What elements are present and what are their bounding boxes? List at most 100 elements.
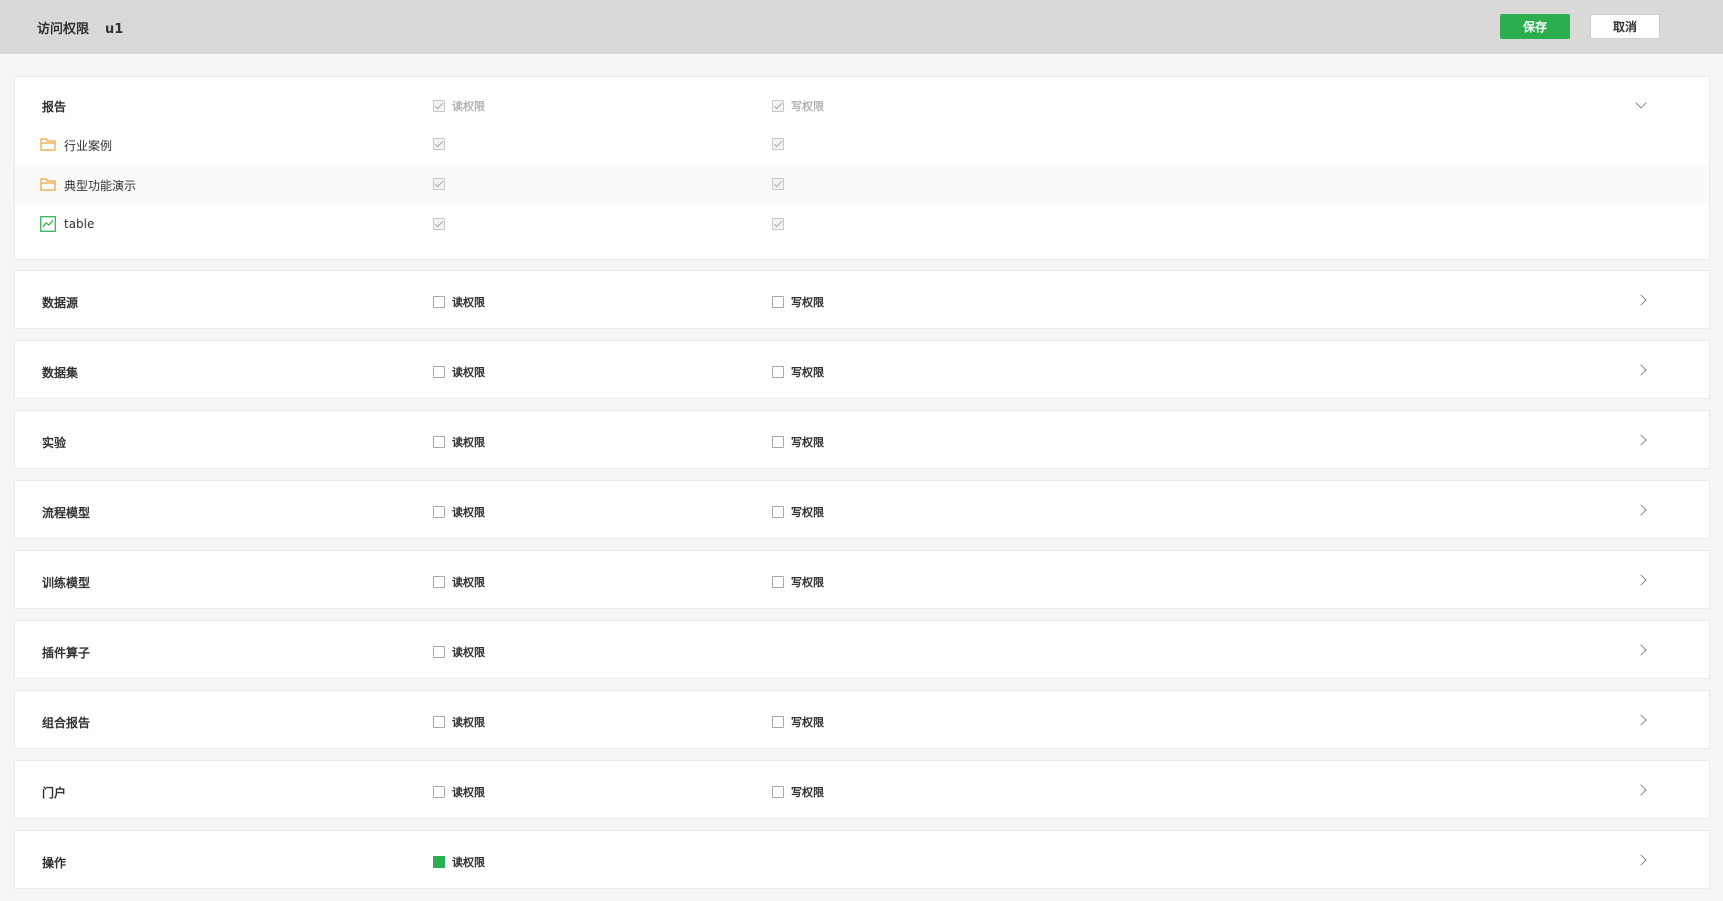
report-header-row[interactable]: 报告 读权限 写权限 (15, 77, 1709, 117)
chevron-right-icon[interactable] (1635, 644, 1647, 656)
checkbox[interactable] (772, 218, 784, 230)
read-checkbox[interactable]: 读权限 (433, 714, 485, 730)
checkbox[interactable] (433, 296, 445, 308)
item-write-checkbox[interactable] (772, 218, 784, 230)
list-item[interactable]: 行业案例 (15, 125, 1709, 164)
checkbox[interactable] (772, 716, 784, 728)
read-checkbox[interactable]: 读权限 (433, 784, 485, 800)
page-title: 访问权限 u1 (37, 18, 123, 37)
chevron-right-icon[interactable] (1635, 784, 1647, 796)
user-name: u1 (105, 22, 124, 37)
chevron-right-icon[interactable] (1635, 504, 1647, 516)
folder-icon (40, 138, 56, 151)
read-checkbox[interactable]: 读权限 (433, 854, 485, 870)
checkbox[interactable] (433, 218, 445, 230)
item-write-checkbox[interactable] (772, 138, 784, 150)
chevron-down-icon[interactable] (1635, 97, 1647, 109)
checkbox[interactable] (433, 100, 445, 112)
write-checkbox[interactable]: 写权限 (772, 364, 824, 380)
checkbox[interactable] (772, 506, 784, 518)
write-label: 写权限 (791, 436, 824, 449)
read-label: 读权限 (452, 856, 485, 869)
checkbox[interactable] (772, 100, 784, 112)
read-label: 读权限 (452, 100, 485, 113)
category-panel-experiment[interactable]: 实验 读权限 写权限 (14, 410, 1710, 469)
read-label: 读权限 (452, 716, 485, 729)
save-button[interactable]: 保存 (1500, 14, 1570, 39)
write-checkbox[interactable]: 写权限 (772, 434, 824, 450)
write-checkbox[interactable]: 写权限 (772, 294, 824, 310)
write-checkbox[interactable]: 写权限 (772, 504, 824, 520)
read-checkbox[interactable]: 读权限 (433, 504, 485, 520)
item-read-checkbox[interactable] (433, 178, 445, 190)
write-checkbox[interactable]: 写权限 (772, 784, 824, 800)
read-label: 读权限 (452, 646, 485, 659)
cancel-button[interactable]: 取消 (1590, 14, 1660, 39)
category-name: 组合报告 (42, 716, 91, 730)
write-label: 写权限 (791, 296, 824, 309)
write-checkbox[interactable]: 写权限 (772, 714, 824, 730)
write-label: 写权限 (791, 366, 824, 379)
chevron-right-icon[interactable] (1635, 294, 1647, 306)
category-panel-operation[interactable]: 操作 读权限 (14, 830, 1710, 889)
category-name: 实验 (42, 436, 67, 450)
read-checkbox[interactable]: 读权限 (433, 574, 485, 590)
category-name: 数据集 (42, 366, 79, 380)
checkbox[interactable] (433, 646, 445, 658)
category-panel-plugin-operator[interactable]: 插件算子 读权限 (14, 620, 1710, 679)
category-panel-portal[interactable]: 门户 读权限 写权限 (14, 760, 1710, 819)
checkbox[interactable] (433, 366, 445, 378)
item-read-checkbox[interactable] (433, 218, 445, 230)
category-panel-composite-report[interactable]: 组合报告 读权限 写权限 (14, 690, 1710, 749)
category-name: 训练模型 (42, 576, 91, 590)
read-checkbox[interactable]: 读权限 (433, 644, 485, 660)
page-title-text: 访问权限 (37, 22, 90, 37)
category-name: 数据源 (42, 296, 79, 310)
write-label: 写权限 (791, 716, 824, 729)
category-panel-flow-model[interactable]: 流程模型 读权限 写权限 (14, 480, 1710, 539)
chevron-right-icon[interactable] (1635, 854, 1647, 866)
read-label: 读权限 (452, 296, 485, 309)
checkbox[interactable] (433, 506, 445, 518)
report-write-checkbox[interactable]: 写权限 (772, 98, 824, 114)
chevron-right-icon[interactable] (1635, 574, 1647, 586)
read-label: 读权限 (452, 576, 485, 589)
checkbox[interactable] (772, 786, 784, 798)
checkbox[interactable] (433, 436, 445, 448)
list-item[interactable]: table (15, 205, 1709, 244)
write-label: 写权限 (791, 786, 824, 799)
report-panel: 报告 读权限 写权限 行业案例 典型功能演示 table (14, 76, 1710, 260)
read-checkbox[interactable]: 读权限 (433, 294, 485, 310)
report-read-checkbox[interactable]: 读权限 (433, 98, 485, 114)
item-name: table (64, 217, 95, 231)
checkbox[interactable] (772, 178, 784, 190)
read-checkbox[interactable]: 读权限 (433, 434, 485, 450)
list-item[interactable]: 典型功能演示 (15, 165, 1709, 204)
checkbox[interactable] (433, 576, 445, 588)
folder-icon (40, 178, 56, 191)
checkbox[interactable] (772, 366, 784, 378)
chevron-right-icon[interactable] (1635, 714, 1647, 726)
read-checkbox[interactable]: 读权限 (433, 364, 485, 380)
checkbox[interactable] (772, 138, 784, 150)
item-write-checkbox[interactable] (772, 178, 784, 190)
item-read-checkbox[interactable] (433, 138, 445, 150)
category-panel-dataset[interactable]: 数据集 读权限 写权限 (14, 340, 1710, 399)
chart-icon (40, 216, 56, 232)
category-name: 门户 (42, 786, 67, 800)
item-name: 行业案例 (64, 139, 113, 153)
checkbox[interactable] (772, 296, 784, 308)
checkbox-partial[interactable] (433, 856, 445, 868)
checkbox[interactable] (433, 178, 445, 190)
checkbox[interactable] (433, 786, 445, 798)
chevron-right-icon[interactable] (1635, 364, 1647, 376)
chevron-right-icon[interactable] (1635, 434, 1647, 446)
read-label: 读权限 (452, 436, 485, 449)
checkbox[interactable] (433, 716, 445, 728)
write-checkbox[interactable]: 写权限 (772, 574, 824, 590)
checkbox[interactable] (772, 436, 784, 448)
category-panel-datasource[interactable]: 数据源 读权限 写权限 (14, 270, 1710, 329)
checkbox[interactable] (433, 138, 445, 150)
category-panel-trained-model[interactable]: 训练模型 读权限 写权限 (14, 550, 1710, 609)
checkbox[interactable] (772, 576, 784, 588)
